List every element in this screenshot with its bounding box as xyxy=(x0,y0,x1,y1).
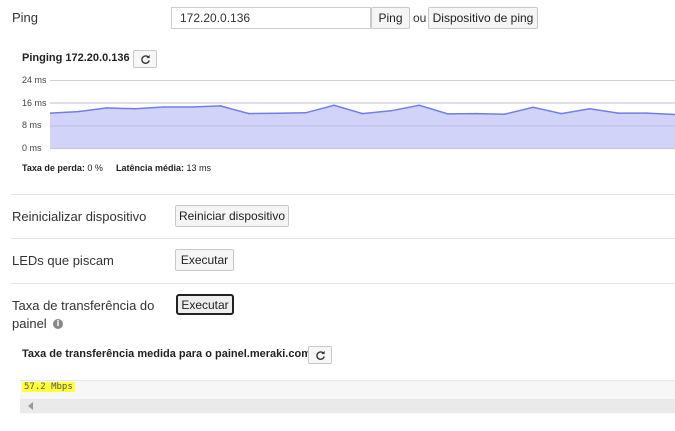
loss-rate-label: Taxa de perda: xyxy=(22,163,85,173)
reboot-label: Reinicializar dispositivo xyxy=(12,209,147,224)
latency-point xyxy=(304,112,307,114)
throughput-run-button[interactable]: Executar xyxy=(176,294,234,315)
latency-point xyxy=(134,108,136,110)
throughput-refresh-button[interactable] xyxy=(308,346,332,364)
latency-point xyxy=(333,104,335,107)
latency-point xyxy=(446,113,449,115)
latency-point xyxy=(645,112,648,114)
blink-leds-button[interactable]: Executar xyxy=(175,249,234,271)
y-tick-label: 0 ms xyxy=(22,143,42,153)
divider xyxy=(11,283,675,284)
y-tick-label: 24 ms xyxy=(22,75,47,85)
divider xyxy=(11,194,675,195)
latency-point xyxy=(248,112,250,115)
ping-button[interactable]: Ping xyxy=(371,7,410,29)
or-text: ou xyxy=(413,11,427,25)
throughput-label-line1: Taxa de transferência do xyxy=(12,298,155,313)
latency-point xyxy=(162,106,165,108)
ping-latency-chart xyxy=(50,80,675,149)
ping-device-button[interactable]: Dispositivo de ping xyxy=(428,7,538,29)
loss-rate-value: 0 % xyxy=(87,163,103,173)
latency-point xyxy=(617,112,619,114)
y-tick-label: 8 ms xyxy=(22,120,42,130)
chart-title: Pinging 172.20.0.136 xyxy=(22,52,130,64)
latency-point xyxy=(276,112,279,115)
throughput-result-value: 57.2 Mbps xyxy=(22,382,75,392)
latency-point xyxy=(418,104,421,107)
latency-point xyxy=(361,112,364,115)
loss-rate: Taxa de perda: 0 % xyxy=(22,163,103,173)
ping-refresh-button[interactable] xyxy=(133,50,157,68)
throughput-label: Taxa de transferência do painel xyxy=(12,297,154,333)
avg-latency-value: 13 ms xyxy=(186,163,212,173)
refresh-icon xyxy=(315,350,325,360)
latency-point xyxy=(219,105,222,107)
ping-host-input[interactable]: 172.20.0.136 xyxy=(171,7,371,29)
info-icon[interactable]: i xyxy=(53,319,63,329)
latency-point xyxy=(532,106,534,109)
latency-point xyxy=(77,110,80,113)
avg-latency-label: Latência média: xyxy=(116,163,185,173)
refresh-icon xyxy=(140,54,150,64)
latency-point xyxy=(191,106,193,108)
y-tick-label: 16 ms xyxy=(22,98,47,108)
horizontal-scrollbar[interactable] xyxy=(20,399,675,413)
scroll-left-icon[interactable] xyxy=(28,402,33,410)
latency-point xyxy=(589,108,591,110)
latency-area xyxy=(50,105,675,149)
throughput-output-box: 57.2 Mbps xyxy=(20,380,675,414)
blink-leds-label: LEDs que piscam xyxy=(12,253,114,268)
latency-point xyxy=(390,110,392,112)
reboot-button[interactable]: Reiniciar dispositivo xyxy=(175,205,289,227)
latency-point xyxy=(503,113,506,115)
latency-point xyxy=(560,112,563,115)
throughput-result-title: Taxa de transferência medida para o pain… xyxy=(22,348,311,360)
divider xyxy=(11,238,675,239)
throughput-label-line2: painel xyxy=(12,316,47,331)
ping-label: Ping xyxy=(12,10,39,25)
latency-point xyxy=(475,112,477,115)
avg-latency: Latência média: 13 ms xyxy=(116,163,211,173)
latency-point xyxy=(106,107,108,109)
